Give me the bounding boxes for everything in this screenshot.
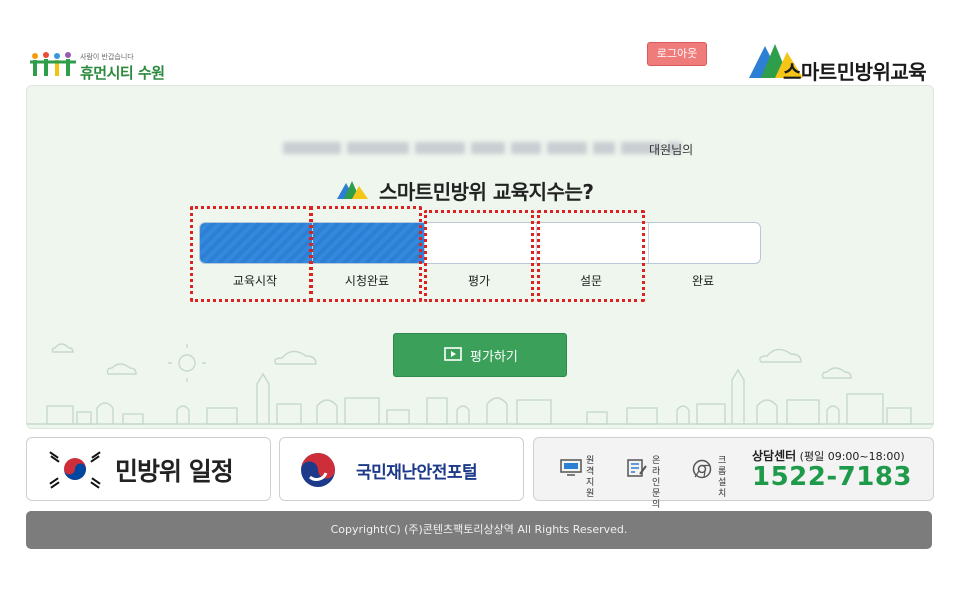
segment-divider [648, 223, 649, 263]
remote-support-line2: 지원 [586, 478, 595, 499]
safety-portal-label: 국민재난안전포털 [356, 463, 478, 483]
logout-button[interactable]: 로그아웃 [647, 42, 707, 66]
brand-logo[interactable]: 스마트민방위교육 [747, 40, 937, 84]
brand-name: 스마트민방위교육 [783, 60, 927, 84]
edit-icon [627, 459, 647, 477]
name-suffix: 대원님의 [649, 143, 694, 157]
schedule-banner[interactable]: 민방위 일정 [26, 437, 271, 501]
consult-title: 상담센터 [752, 449, 797, 463]
korea-flag-icon [49, 451, 101, 489]
page-title: 스마트민방위 교육지수는? [379, 180, 594, 204]
safety-portal-banner[interactable]: 국민재난안전포털 [279, 437, 524, 501]
government-emblem-icon [301, 453, 335, 487]
blurred-user-name [283, 142, 681, 156]
highlight-box-start [190, 206, 312, 302]
online-inquiry-line2: 문의 [652, 489, 661, 510]
education-progress-panel: 대원님의 스마트민방위 교육지수는? 교육시작 시청완료 평가 설문 완료 평가… [26, 85, 934, 429]
monitor-icon [560, 459, 582, 476]
people-logo-icon [30, 52, 76, 76]
highlight-box-survey [537, 210, 645, 302]
remote-support-line1: 원격 [586, 456, 595, 477]
highlight-box-evaluation [424, 210, 534, 302]
chrome-install-line2: 설치 [718, 478, 727, 499]
city-logo[interactable]: 사람이 반갑습니다 휴먼시티 수원 [30, 48, 190, 82]
footer-copyright: Copyright(C) (주)콘텐츠팩토리상상역 All Rights Res… [26, 511, 932, 549]
step-label-complete: 완료 [691, 274, 715, 288]
highlight-box-watched [310, 206, 422, 302]
schedule-banner-label: 민방위 일정 [115, 457, 234, 486]
title-row: 스마트민방위 교육지수는? [337, 176, 637, 204]
city-tagline: 사람이 반갑습니다 [80, 53, 134, 61]
online-inquiry-line1: 온라인 [652, 456, 661, 488]
chrome-install-line1: 크롬 [718, 456, 727, 477]
chrome-icon [692, 459, 712, 479]
triangle-logo-icon [337, 181, 368, 199]
consult-phone-number: 1522-7183 [752, 462, 913, 492]
city-skyline-illustration [27, 343, 933, 425]
support-banner: 원격 지원 온라인 문의 크롬 설치 상담센터 (평일 09:00~18:00) 15… [533, 437, 934, 510]
city-name: 휴먼시티 수원 [80, 64, 165, 82]
